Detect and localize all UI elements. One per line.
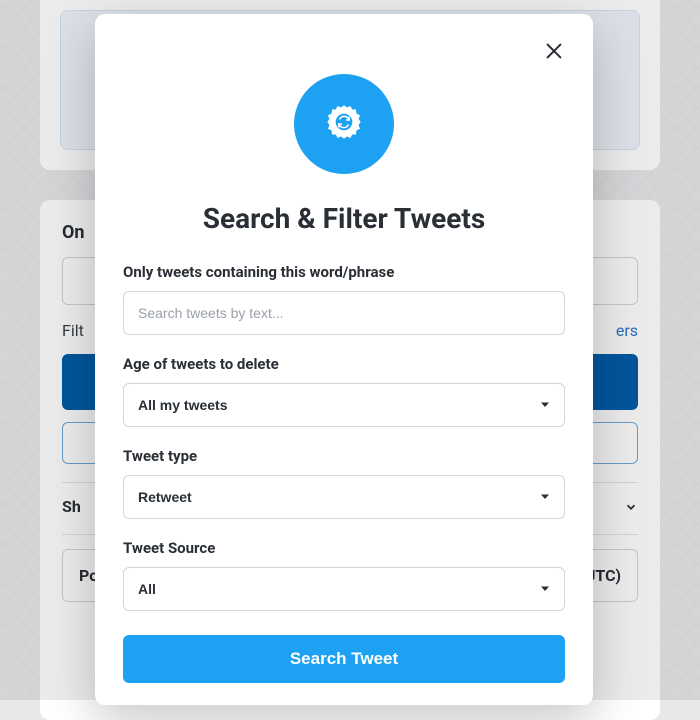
search-filter-form: Only tweets containing this word/phrase … [95, 235, 593, 683]
tweet-source-label: Tweet Source [123, 539, 565, 557]
field-tweet-source: Tweet Source All [123, 539, 565, 611]
age-select[interactable]: All my tweets [123, 383, 565, 427]
gear-sync-icon [318, 96, 370, 152]
age-label: Age of tweets to delete [123, 355, 565, 373]
field-text-filter: Only tweets containing this word/phrase [123, 263, 565, 335]
search-tweet-button[interactable]: Search Tweet [123, 635, 565, 683]
modal-header-icon-circle [294, 74, 394, 174]
close-button[interactable] [539, 38, 569, 68]
field-tweet-type: Tweet type Retweet [123, 447, 565, 519]
search-filter-tweets-modal: Search & Filter Tweets Only tweets conta… [95, 14, 593, 705]
tweet-type-select[interactable]: Retweet [123, 475, 565, 519]
modal-title: Search & Filter Tweets [95, 202, 593, 235]
field-age: Age of tweets to delete All my tweets [123, 355, 565, 427]
tweet-type-label: Tweet type [123, 447, 565, 465]
text-filter-label: Only tweets containing this word/phrase [123, 263, 565, 281]
text-filter-input[interactable] [123, 291, 565, 335]
tweet-source-select[interactable]: All [123, 567, 565, 611]
close-icon [543, 40, 565, 66]
